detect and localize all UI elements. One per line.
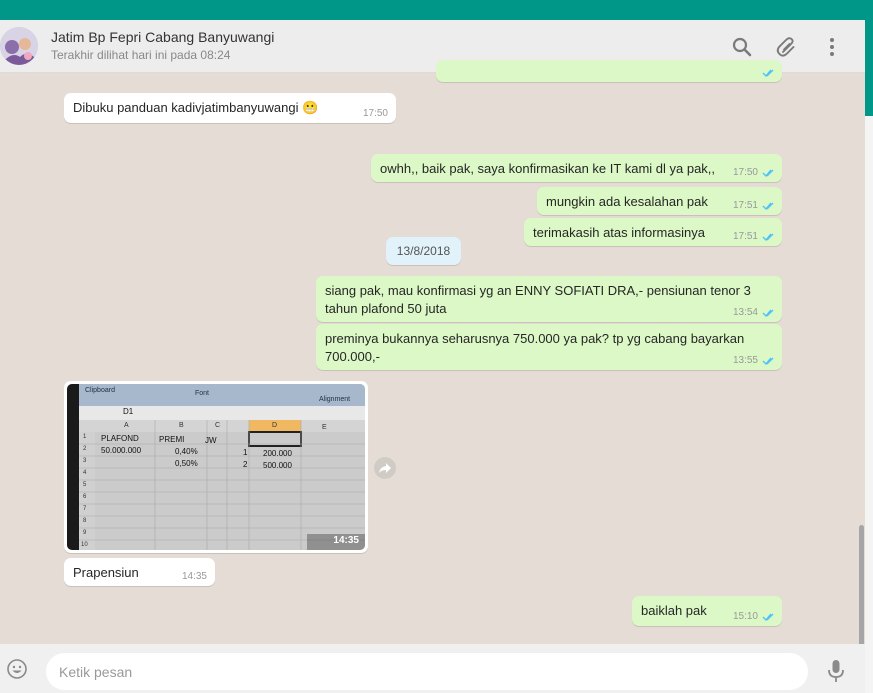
message-bubble[interactable]: terimakasih atas informasinya 17:51 bbox=[524, 218, 782, 246]
row-number: 9 bbox=[83, 530, 87, 536]
row-number: 1 bbox=[83, 434, 87, 440]
attach-icon[interactable] bbox=[775, 35, 799, 59]
ribbon-label: Clipboard bbox=[85, 387, 115, 394]
read-ticks-icon bbox=[762, 309, 774, 318]
cell: 2 bbox=[243, 460, 248, 469]
image-message[interactable]: Clipboard Font Alignment D1 A B C D E 1 … bbox=[64, 381, 368, 553]
read-ticks-icon bbox=[762, 233, 774, 242]
chat-window: Jatim Bp Fepri Cabang Banyuwangi Terakhi… bbox=[0, 20, 865, 693]
message-time: 17:51 bbox=[732, 231, 758, 242]
row-number: 4 bbox=[83, 470, 87, 476]
contact-name[interactable]: Jatim Bp Fepri Cabang Banyuwangi bbox=[51, 29, 274, 45]
message-bubble[interactable]: preminya bukannya seharusnya 750.000 ya … bbox=[316, 324, 782, 370]
date-divider: 13/8/2018 bbox=[386, 237, 461, 265]
message-time: 14:35 bbox=[181, 571, 207, 582]
cell: JW bbox=[205, 436, 217, 445]
cell: PLAFOND bbox=[101, 434, 139, 443]
cell: 1 bbox=[243, 448, 248, 457]
message-time: 17:50 bbox=[732, 167, 758, 178]
menu-icon[interactable] bbox=[820, 35, 844, 59]
row-number: 8 bbox=[83, 518, 87, 524]
name-box: D1 bbox=[123, 407, 134, 416]
message-text: Dibuku panduan kadivjatimbanyuwangi 😬 bbox=[73, 100, 319, 115]
cell: 50.000.000 bbox=[101, 446, 142, 455]
message-time: 13:54 bbox=[732, 307, 758, 318]
message-time: 13:55 bbox=[732, 355, 758, 366]
message-text: terimakasih atas informasinya bbox=[533, 225, 705, 240]
message-bubble[interactable]: Prapensiun 14:35 bbox=[64, 558, 215, 586]
message-text: siang pak, mau konfirmasi yg an ENNY SOF… bbox=[325, 283, 751, 316]
cell: PREMI bbox=[159, 435, 185, 444]
search-icon[interactable] bbox=[730, 35, 754, 59]
spreadsheet-photo[interactable]: Clipboard Font Alignment D1 A B C D E 1 … bbox=[67, 384, 365, 550]
read-ticks-icon bbox=[762, 613, 774, 622]
row-number: 10 bbox=[81, 542, 88, 548]
read-ticks-icon bbox=[762, 202, 774, 211]
top-accent-bar bbox=[0, 0, 873, 20]
last-seen-status: Terakhir dilihat hari ini pada 08:24 bbox=[51, 48, 231, 62]
message-text: owhh,, baik pak, saya konfirmasikan ke I… bbox=[380, 161, 716, 176]
read-ticks-icon bbox=[762, 357, 774, 366]
cell: 200.000 bbox=[263, 449, 292, 458]
row-number: 7 bbox=[83, 506, 87, 512]
read-ticks-icon bbox=[762, 169, 774, 178]
message-bubble[interactable]: siang pak, mau konfirmasi yg an ENNY SOF… bbox=[316, 276, 782, 322]
message-text: mungkin ada kesalahan pak bbox=[546, 194, 708, 209]
window-edge bbox=[865, 20, 873, 693]
forward-icon[interactable] bbox=[374, 457, 396, 479]
message-text: baiklah pak bbox=[641, 603, 707, 618]
message-bubble[interactable]: Dibuku panduan kadivjatimbanyuwangi 😬 17… bbox=[64, 93, 396, 123]
column-header: B bbox=[179, 422, 184, 429]
ribbon-label: Alignment bbox=[319, 396, 351, 403]
cell: 500.000 bbox=[263, 461, 292, 470]
column-header: D bbox=[272, 422, 278, 429]
cell: 0,50% bbox=[175, 459, 198, 468]
compose-bar bbox=[0, 644, 865, 693]
avatar[interactable] bbox=[0, 27, 38, 65]
emoji-icon[interactable] bbox=[6, 658, 28, 680]
message-time: 17:50 bbox=[362, 108, 388, 119]
column-header: C bbox=[215, 422, 221, 429]
message-time: 14:35 bbox=[333, 535, 359, 546]
ribbon-label: Font bbox=[195, 390, 210, 397]
row-number: 6 bbox=[83, 494, 87, 500]
message-list[interactable]: Dibuku panduan kadivjatimbanyuwangi 😬 17… bbox=[0, 60, 865, 693]
message-input[interactable] bbox=[46, 653, 808, 690]
message-bubble[interactable]: baiklah pak 15:10 bbox=[632, 596, 782, 626]
message-bubble-cut[interactable] bbox=[436, 60, 782, 82]
row-number: 5 bbox=[83, 482, 87, 488]
message-time: 15:10 bbox=[732, 611, 758, 622]
message-bubble[interactable]: mungkin ada kesalahan pak 17:51 bbox=[537, 187, 782, 215]
column-header: A bbox=[124, 422, 129, 429]
message-text: preminya bukannya seharusnya 750.000 ya … bbox=[325, 331, 745, 364]
message-text: Prapensiun bbox=[73, 565, 139, 580]
row-number: 3 bbox=[83, 458, 87, 464]
cell: 0,40% bbox=[175, 447, 198, 456]
message-time: 17:51 bbox=[732, 200, 758, 211]
column-header: E bbox=[322, 424, 327, 431]
microphone-icon[interactable] bbox=[826, 658, 846, 684]
row-number: 2 bbox=[83, 446, 87, 452]
message-bubble[interactable]: owhh,, baik pak, saya konfirmasikan ke I… bbox=[371, 154, 782, 182]
